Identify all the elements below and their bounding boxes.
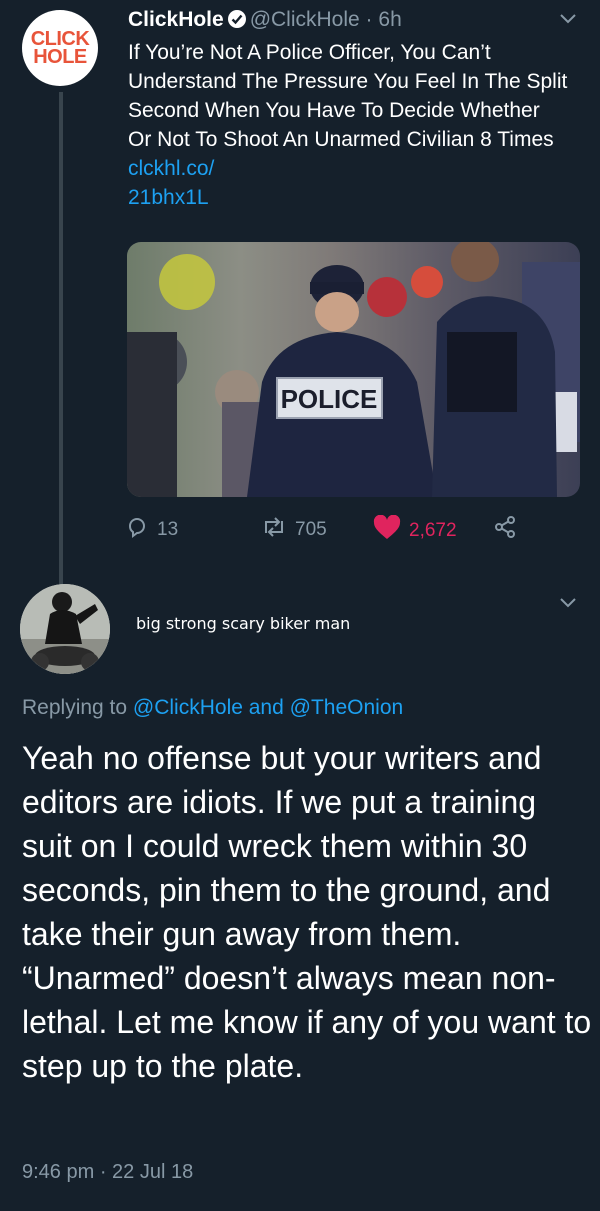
- mention-theonion[interactable]: @TheOnion: [290, 696, 404, 719]
- replying-prefix: Replying to: [22, 696, 133, 719]
- reply-timestamp[interactable]: 9:46 pm · 22 Jul 18: [22, 1161, 193, 1184]
- like-count: 2,672: [409, 520, 457, 541]
- reply-count: 13: [157, 519, 179, 540]
- tweet-text: If You’re Not A Police Officer, You Can’…: [128, 38, 568, 212]
- share-action[interactable]: [493, 515, 525, 545]
- replying-and: and: [242, 696, 290, 719]
- chevron-down-icon[interactable]: [558, 596, 578, 615]
- heart-icon: [373, 514, 409, 547]
- chevron-down-icon[interactable]: [558, 12, 578, 31]
- tweet-media-image[interactable]: POLICE: [127, 242, 580, 497]
- retweet-icon: [261, 515, 295, 545]
- verified-icon: [227, 10, 246, 28]
- author-handle[interactable]: @ClickHole: [250, 8, 360, 31]
- header-separator: ·: [359, 8, 379, 31]
- share-icon: [493, 515, 525, 545]
- tweet-body: If You’re Not A Police Officer, You Can’…: [128, 41, 568, 151]
- mention-clickhole[interactable]: @ClickHole: [133, 696, 243, 719]
- reply-icon: [125, 515, 157, 545]
- tweet-action-bar: 13 705 2,672: [125, 514, 585, 549]
- replying-to-line: Replying to @ClickHole and @TheOnion: [22, 696, 403, 720]
- clickhole-avatar[interactable]: CLICK HOLE: [22, 10, 98, 86]
- tweet-header: ClickHole @ClickHole · 6h: [128, 6, 402, 34]
- reply-author-name[interactable]: big strong scary biker man: [136, 614, 350, 633]
- reply-text: Yeah no offense but your writers and edi…: [22, 740, 592, 1084]
- reply-author-avatar[interactable]: [20, 584, 110, 674]
- author-display-name[interactable]: ClickHole: [128, 8, 224, 31]
- tweet-time[interactable]: 6h: [378, 8, 401, 31]
- like-action[interactable]: 2,672: [373, 514, 457, 547]
- thread-connector-line: [59, 92, 63, 592]
- tweet-link[interactable]: clckhl.co/ 21bhx1L: [128, 157, 214, 209]
- reply-action[interactable]: 13: [125, 515, 178, 545]
- retweet-count: 705: [295, 519, 327, 540]
- avatar-logo-line-2: HOLE: [33, 46, 87, 68]
- police-patch-label: POLICE: [281, 384, 378, 414]
- retweet-action[interactable]: 705: [261, 515, 327, 545]
